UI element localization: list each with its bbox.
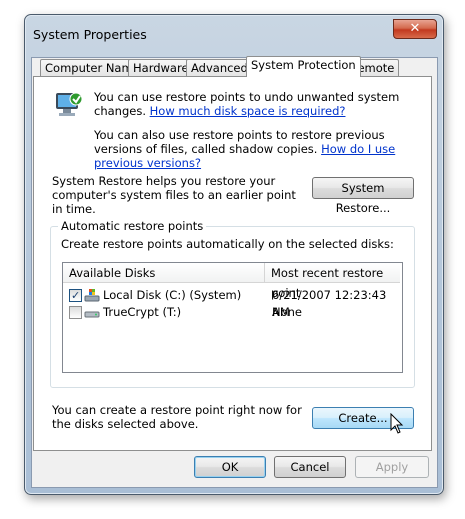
intro-text-1: You can use restore points to undo unwan… — [94, 90, 424, 118]
list-item[interactable]: TrueCrypt (T:) None — [63, 304, 400, 321]
system-restore-button[interactable]: System Restore... — [312, 177, 414, 215]
mouse-cursor-icon — [390, 413, 404, 434]
disk-name: Local Disk (C:) (System) — [103, 288, 242, 302]
column-header-available-disks[interactable]: Available Disks — [63, 263, 265, 283]
automatic-description: Create restore points automatically on t… — [61, 237, 394, 251]
disk-space-link[interactable]: How much disk space is required? — [150, 104, 346, 118]
create-description: You can create a restore point right now… — [52, 403, 302, 431]
ok-button[interactable]: OK — [194, 456, 266, 478]
disk-restore-point: None — [272, 305, 303, 319]
automatic-group-label: Automatic restore points — [58, 219, 207, 233]
system-drive-icon — [84, 289, 100, 302]
list-item[interactable]: Local Disk (C:) (System) 6/21/2007 12:23… — [63, 287, 400, 319]
column-header-restore-point[interactable]: Most recent restore point — [265, 263, 400, 300]
disk-checkbox[interactable] — [69, 287, 82, 304]
disks-list[interactable]: Available Disks Most recent restore poin… — [62, 262, 403, 373]
system-protection-icon — [56, 92, 83, 116]
cancel-button[interactable]: Cancel — [274, 456, 346, 478]
disk-name: TrueCrypt (T:) — [103, 305, 182, 319]
apply-button[interactable]: Apply — [355, 456, 429, 478]
disk-checkbox[interactable] — [69, 306, 82, 319]
system-restore-description: System Restore helps you restore your co… — [52, 174, 296, 216]
intro-text-2: You can also use restore points to resto… — [94, 128, 424, 170]
drive-icon — [84, 311, 100, 318]
